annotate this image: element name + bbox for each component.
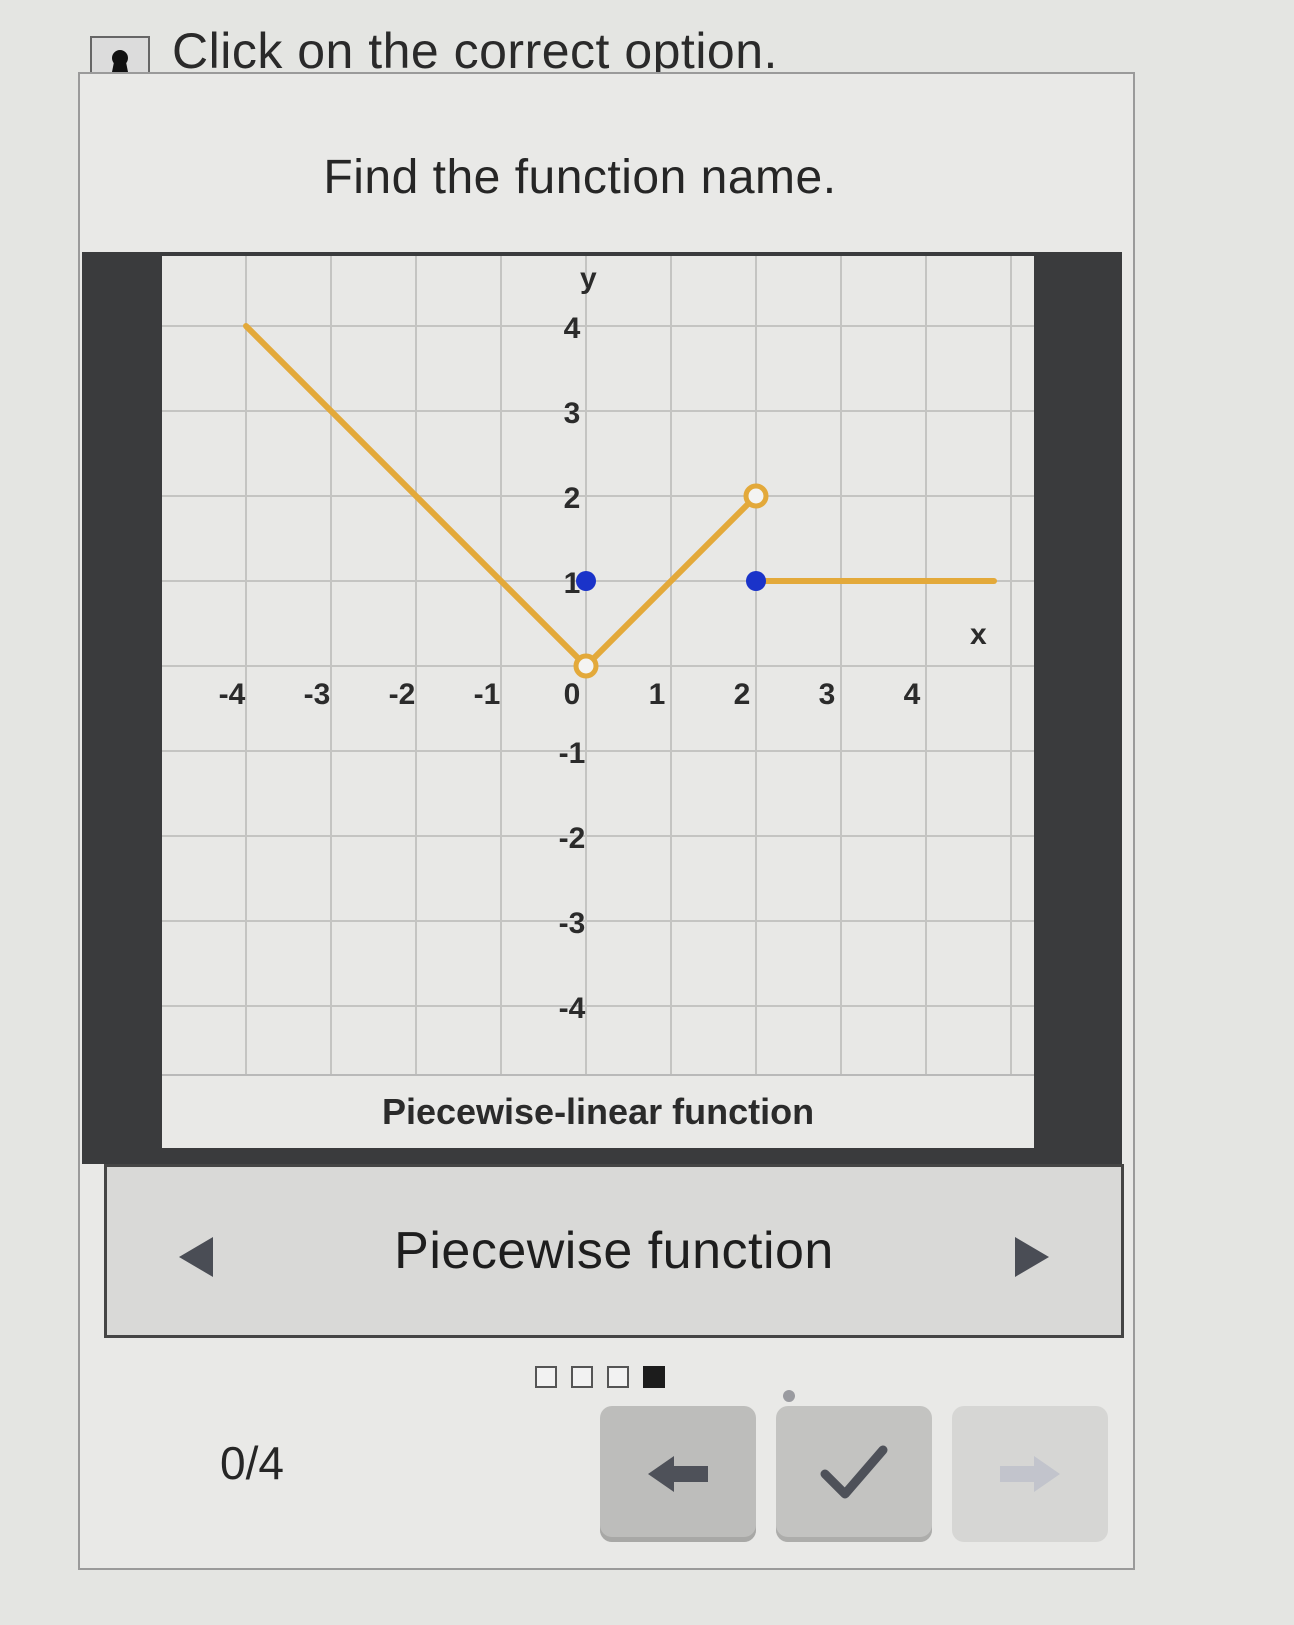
answer-selector: Piecewise function — [104, 1164, 1124, 1338]
score-counter: 0/4 — [220, 1437, 284, 1489]
x-axis-label: x — [970, 618, 987, 651]
checkmark-icon — [820, 1445, 888, 1499]
x-tick-label: 1 — [649, 678, 666, 711]
y-tick-label: -4 — [559, 992, 586, 1025]
function-graph: -4 -3 -2 -1 0 1 2 3 44321-1-2-3-4xy — [162, 256, 1034, 1076]
question-text: Find the function name. — [323, 151, 837, 204]
y-tick-label: -2 — [559, 822, 586, 855]
y-tick-label: 2 — [564, 482, 581, 515]
closed-point — [746, 571, 766, 591]
y-tick-label: -3 — [559, 907, 586, 940]
y-tick-label: 3 — [564, 397, 581, 430]
x-tick-label: 3 — [819, 678, 836, 711]
check-answer-button[interactable] — [776, 1406, 932, 1542]
next-button[interactable] — [952, 1406, 1108, 1542]
arrow-right-icon — [1000, 1456, 1060, 1492]
arrow-left-icon — [648, 1456, 708, 1492]
selected-option-label: Piecewise function — [394, 1222, 834, 1280]
graph-panel: -4 -3 -2 -1 0 1 2 3 4 4 3 2 1 -1 -2 -3 -4 x y Piecewise-li… — [162, 256, 1034, 1148]
closed-point — [576, 571, 596, 591]
x-tick-label: -3 — [304, 678, 331, 711]
graph-caption: Piecewise-linear function — [162, 1074, 1034, 1148]
x-tick-label: 0 — [564, 678, 581, 711]
page-indicator[interactable] — [607, 1366, 629, 1388]
y-axis-label: y — [580, 262, 597, 295]
status-dot — [783, 1390, 795, 1402]
triangle-left-icon[interactable] — [179, 1237, 213, 1277]
y-tick-label: 4 — [564, 312, 581, 345]
triangle-right-icon[interactable] — [1015, 1237, 1049, 1277]
x-tick-label: -1 — [474, 678, 501, 711]
question-pager — [535, 1366, 665, 1388]
open-point — [743, 483, 769, 509]
back-button[interactable] — [600, 1406, 756, 1542]
page-indicator[interactable] — [643, 1366, 665, 1388]
x-tick-label: -2 — [389, 678, 416, 711]
page-indicator[interactable] — [571, 1366, 593, 1388]
page-indicator[interactable] — [535, 1366, 557, 1388]
x-tick-label: -4 — [219, 678, 246, 711]
open-point — [573, 653, 599, 679]
x-tick-label: 2 — [734, 678, 751, 711]
y-tick-label: -1 — [559, 737, 586, 770]
x-tick-label: 4 — [904, 678, 921, 711]
